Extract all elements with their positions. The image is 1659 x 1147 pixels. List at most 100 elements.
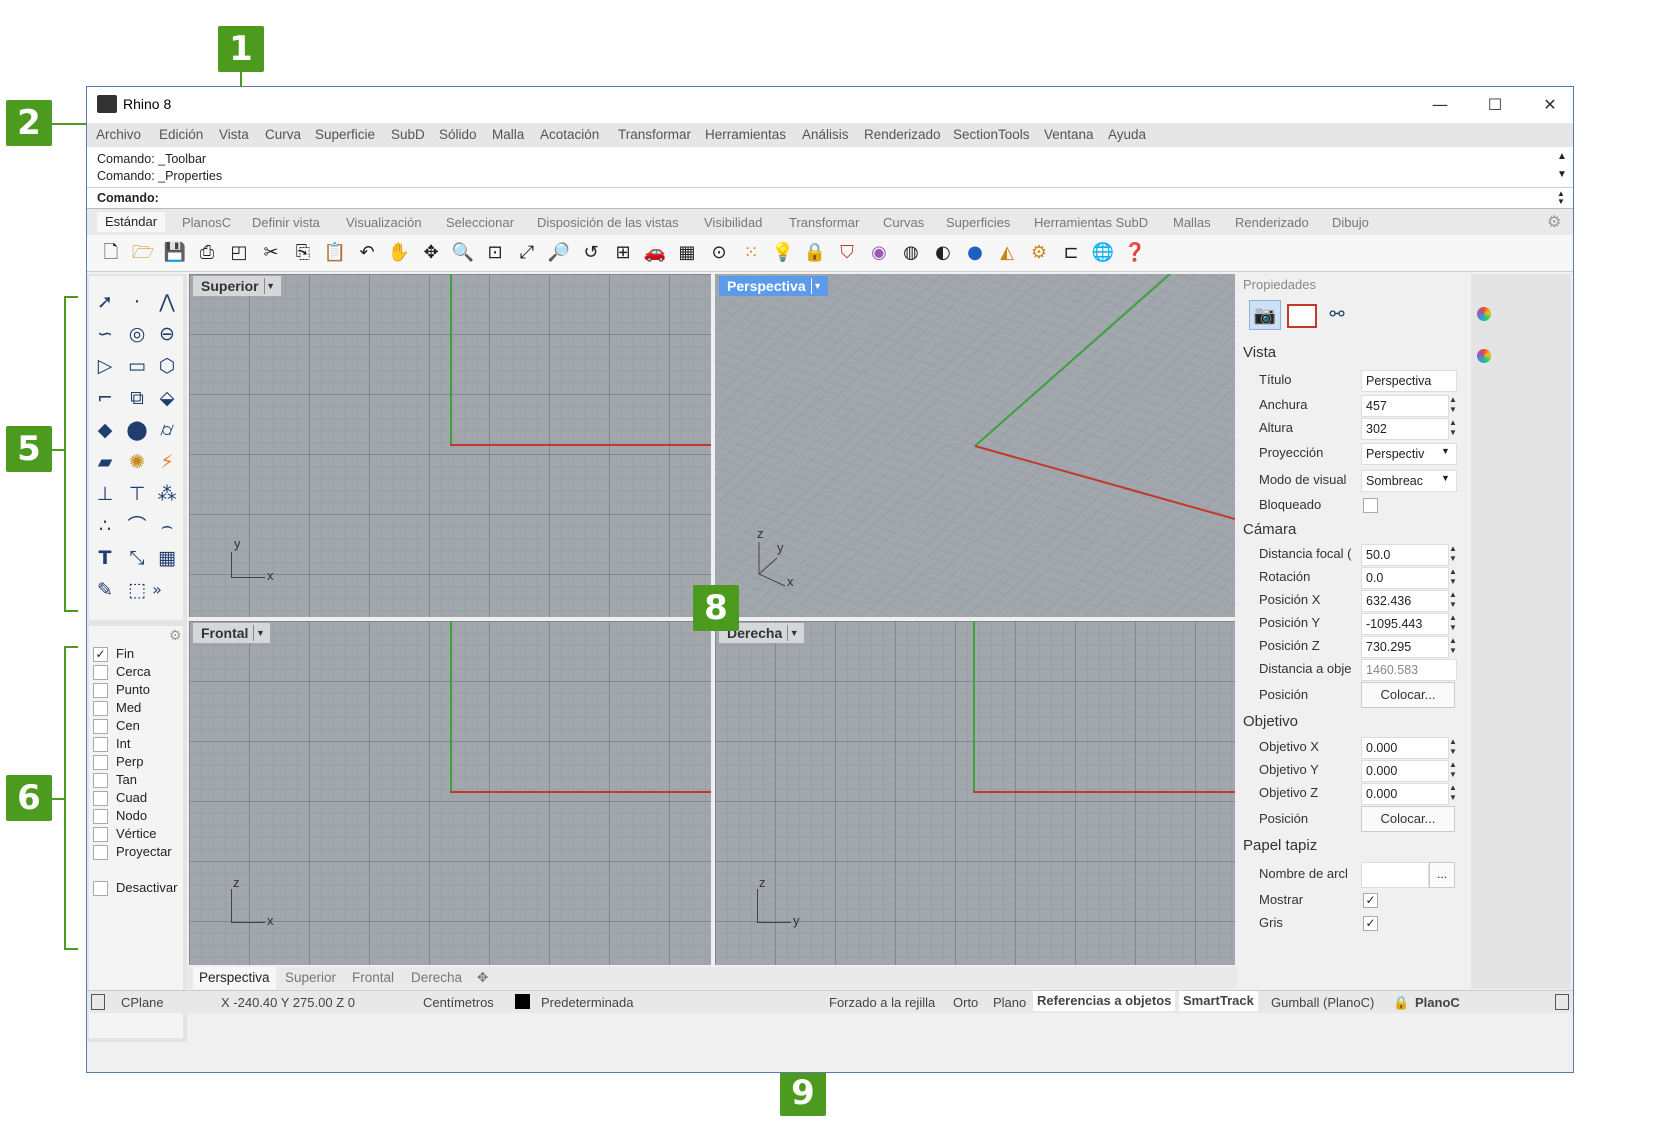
posx-stepper[interactable]: ▲ ▼ (1447, 590, 1459, 610)
cut-icon[interactable]: ✂ (259, 241, 283, 265)
objy-field[interactable]: 0.000 (1361, 760, 1449, 782)
grid-icon[interactable]: ▦ (675, 241, 699, 265)
menu-sectiontools[interactable]: SectionTools (953, 127, 1030, 142)
new-file-icon[interactable]: 🗋 (99, 241, 123, 265)
osnap-vertice[interactable]: Vértice (93, 826, 156, 844)
tab-superficies[interactable]: Superficies (946, 215, 1010, 230)
select-points-icon[interactable]: ⁙ (739, 241, 763, 265)
mostrar-checkbox[interactable]: ✓ (1363, 893, 1378, 908)
help-icon[interactable]: ❓ (1123, 241, 1147, 265)
scroll-down-icon[interactable]: ▼ (1557, 169, 1567, 180)
hexagon-icon[interactable]: ⬡ (153, 352, 181, 380)
tab-dibujo[interactable]: Dibujo (1332, 215, 1369, 230)
status-layer[interactable]: Predeterminada (541, 995, 634, 1010)
explode-icon[interactable]: ⚡ (153, 448, 181, 476)
camera-place-button[interactable]: Colocar... (1361, 682, 1455, 708)
menu-subd[interactable]: SubD (391, 127, 425, 142)
toolbar-gear-icon[interactable]: ⚙ (1547, 212, 1561, 232)
open-file-icon[interactable]: 🗁 (131, 241, 155, 265)
osnap-nodo-checkbox[interactable] (93, 809, 108, 825)
rotacion-field[interactable]: 0.0 (1361, 567, 1449, 589)
menu-solido[interactable]: Sólido (439, 127, 477, 142)
surface-icon[interactable]: ⧉ (123, 384, 151, 412)
menu-ayuda[interactable]: Ayuda (1108, 127, 1146, 142)
menu-malla[interactable]: Malla (492, 127, 524, 142)
osnap-nodo[interactable]: Nodo (93, 808, 147, 826)
posy-field[interactable]: -1095.443 (1361, 613, 1449, 635)
chevron-down-icon[interactable]: ▼ (263, 278, 277, 294)
edit-icon[interactable]: ✎ (91, 576, 119, 604)
cylinder-icon[interactable]: ⌭ (153, 416, 181, 444)
ellipse-icon[interactable]: ⊖ (153, 320, 181, 348)
focal-field[interactable]: 50.0 (1361, 544, 1449, 566)
zoom-window-icon[interactable]: ⊡ (483, 241, 507, 265)
add-viewport-icon[interactable]: ✥ (477, 970, 488, 986)
osnap-proyectar[interactable]: Proyectar (93, 844, 172, 862)
viewport-label-frontal[interactable]: Frontal ▼ (193, 623, 271, 643)
viewport-derecha[interactable]: z y Derecha ▼ (715, 621, 1235, 965)
osnap-desactivar[interactable]: Desactivar (93, 880, 177, 898)
rotate-view-icon[interactable]: ✥ (419, 241, 443, 265)
text-icon[interactable]: T (91, 544, 119, 572)
linked-objects-icon[interactable]: ⚯ (1323, 300, 1351, 328)
tab-definir-vista[interactable]: Definir vista (252, 215, 320, 230)
objx-stepper[interactable]: ▲ ▼ (1447, 737, 1459, 757)
osnap-cerca[interactable]: Cerca (93, 664, 151, 682)
puzzle-icon[interactable]: ✺ (123, 448, 151, 476)
bloqueado-checkbox[interactable] (1363, 498, 1378, 513)
cplane-icon[interactable]: ⊙ (707, 241, 731, 265)
globe-icon[interactable]: 🌐 (1091, 241, 1115, 265)
viewport-frontal[interactable]: z x Frontal ▼ (189, 621, 711, 965)
group-icon[interactable]: ⁂ (153, 480, 181, 508)
circle-icon[interactable]: ◎ (123, 320, 151, 348)
osnap-perp[interactable]: Perp (93, 754, 143, 772)
undo-icon[interactable]: ↶ (355, 241, 379, 265)
panel-toggle-icon[interactable] (91, 994, 105, 1010)
status-gumball[interactable]: Gumball (PlanoC) (1271, 995, 1374, 1010)
tab-herramientas-subd[interactable]: Herramientas SubD (1034, 215, 1148, 230)
altura-stepper[interactable]: ▲ ▼ (1447, 418, 1459, 438)
osnap-tan[interactable]: Tan (93, 772, 137, 790)
split-icon[interactable]: ⊤ (123, 480, 151, 508)
chevron-down-icon[interactable]: ▼ (1441, 446, 1450, 456)
status-plano[interactable]: Plano (993, 995, 1026, 1010)
tab-mallas[interactable]: Mallas (1173, 215, 1211, 230)
menu-ventana[interactable]: Ventana (1044, 127, 1094, 142)
status-units[interactable]: Centímetros (423, 995, 494, 1010)
osnap-proyectar-checkbox[interactable] (93, 845, 108, 861)
fillet-icon[interactable]: ⌐ (91, 384, 119, 412)
posx-field[interactable]: 632.436 (1361, 590, 1449, 612)
more-tools-icon[interactable]: » (147, 576, 167, 604)
menu-superficie[interactable]: Superficie (315, 127, 375, 142)
viewport-superior[interactable]: y x Superior ▼ (189, 274, 711, 617)
menu-edicion[interactable]: Edición (159, 127, 203, 142)
menu-archivo[interactable]: Archivo (96, 127, 141, 142)
osnap-int-checkbox[interactable] (93, 737, 108, 753)
render-sphere-icon[interactable]: ● (963, 241, 987, 265)
arc-icon[interactable]: ⌒ (123, 512, 151, 540)
points-icon[interactable]: ∴ (91, 512, 119, 540)
layer-color-swatch[interactable] (515, 994, 530, 1009)
posz-field[interactable]: 730.295 (1361, 636, 1449, 658)
osnap-cuad[interactable]: Cuad (93, 790, 147, 808)
spotlight-icon[interactable]: ◭ (995, 241, 1019, 265)
tab-disposicion[interactable]: Disposición de las vistas (537, 215, 679, 230)
mesh-icon[interactable]: ▰ (91, 448, 119, 476)
titulo-field[interactable]: Perspectiva (1361, 370, 1457, 392)
panel-toggle-icon[interactable] (1555, 994, 1569, 1010)
osnap-cuad-checkbox[interactable] (93, 791, 108, 807)
box-icon[interactable]: ◆ (91, 416, 119, 444)
viewport-tab-superior[interactable]: Superior (285, 970, 336, 985)
polygon-icon[interactable]: ▷ (91, 352, 119, 380)
chevron-down-icon[interactable]: ▼ (1441, 473, 1450, 483)
trim-icon[interactable]: ⊥ (91, 480, 119, 508)
posz-stepper[interactable]: ▲ ▼ (1447, 636, 1459, 656)
altura-field[interactable]: 302 (1361, 418, 1449, 440)
objy-stepper[interactable]: ▲ ▼ (1447, 760, 1459, 780)
rectangle-icon[interactable]: ▭ (123, 352, 151, 380)
viewport-label-perspectiva[interactable]: Perspectiva ▼ (719, 276, 828, 296)
status-grid-snap[interactable]: Forzado a la rejilla (829, 995, 935, 1010)
save-icon[interactable]: 💾 (163, 241, 187, 265)
focal-stepper[interactable]: ▲ ▼ (1447, 544, 1459, 564)
status-cplane[interactable]: CPlane (121, 995, 164, 1010)
